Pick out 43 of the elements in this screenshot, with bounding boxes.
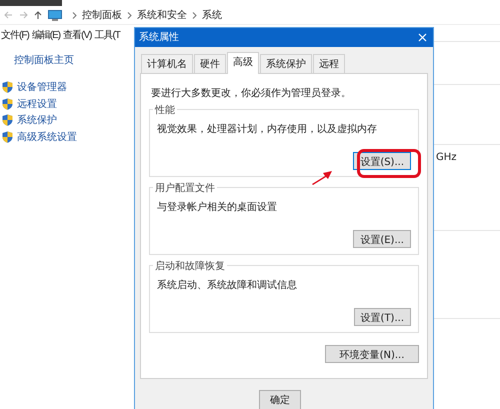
environment-variables-button[interactable]: 环境变量(N)...	[325, 344, 419, 363]
menu-item[interactable]: 工具(T	[94, 28, 120, 42]
chevron-icon	[72, 12, 77, 18]
shield-icon	[2, 130, 13, 143]
shield-icon	[2, 98, 13, 110]
sidebar-link[interactable]: 设备管理器	[17, 80, 67, 94]
chevron-icon	[127, 12, 132, 18]
close-icon[interactable]	[418, 32, 427, 42]
group-title: 性能	[153, 102, 177, 117]
up-arrow-icon[interactable]	[34, 10, 42, 20]
sidebar-link[interactable]: 高级系统设置	[17, 130, 77, 144]
computer-icon	[48, 10, 62, 20]
menu-item[interactable]: 编辑(E)	[32, 28, 60, 42]
tab[interactable]: 高级	[227, 52, 259, 74]
group-description: 系统启动、系统故障和调试信息	[157, 278, 298, 292]
dialog-title: 系统属性	[139, 30, 179, 44]
group-title: 启动和故障恢复	[153, 258, 227, 273]
group-description: 与登录帐户相关的桌面设置	[157, 200, 278, 214]
settings-button[interactable]: 设置(S)...	[353, 152, 411, 170]
shield-icon	[2, 114, 13, 126]
sidebar-link[interactable]: 远程设置	[17, 96, 57, 111]
shield-icon	[2, 81, 13, 94]
settings-button[interactable]: 设置(E)...	[353, 230, 411, 248]
group-title: 用户配置文件	[153, 180, 217, 195]
title-strip	[0, 0, 62, 6]
chevron-icon	[192, 12, 197, 18]
sidebar-link[interactable]: 系统保护	[17, 113, 57, 128]
tab[interactable]: 系统保护	[260, 54, 312, 73]
breadcrumb-item[interactable]: 系统	[202, 8, 222, 22]
group-description: 视觉效果，处理器计划，内存使用，以及虚拟内存	[157, 122, 378, 136]
pointer-arrow-icon	[311, 170, 333, 185]
control-panel-home-link[interactable]: 控制面板主页	[14, 53, 128, 67]
processor-speed-text: GHz	[436, 152, 457, 163]
menu-item[interactable]: 查看(V)	[63, 28, 92, 42]
tab[interactable]: 远程	[313, 54, 345, 73]
breadcrumb-item[interactable]: 系统和安全	[137, 8, 187, 22]
settings-button[interactable]: 设置(T)...	[354, 308, 411, 326]
tab[interactable]: 硬件	[194, 54, 226, 73]
admin-notice: 要进行大多数更改，你必须作为管理员登录。	[151, 86, 352, 100]
menu-item[interactable]: 文件(F)	[1, 28, 29, 42]
breadcrumb-item[interactable]: 控制面板	[82, 8, 122, 22]
ok-button[interactable]: 确定	[259, 390, 301, 409]
tab[interactable]: 计算机名	[141, 54, 193, 73]
